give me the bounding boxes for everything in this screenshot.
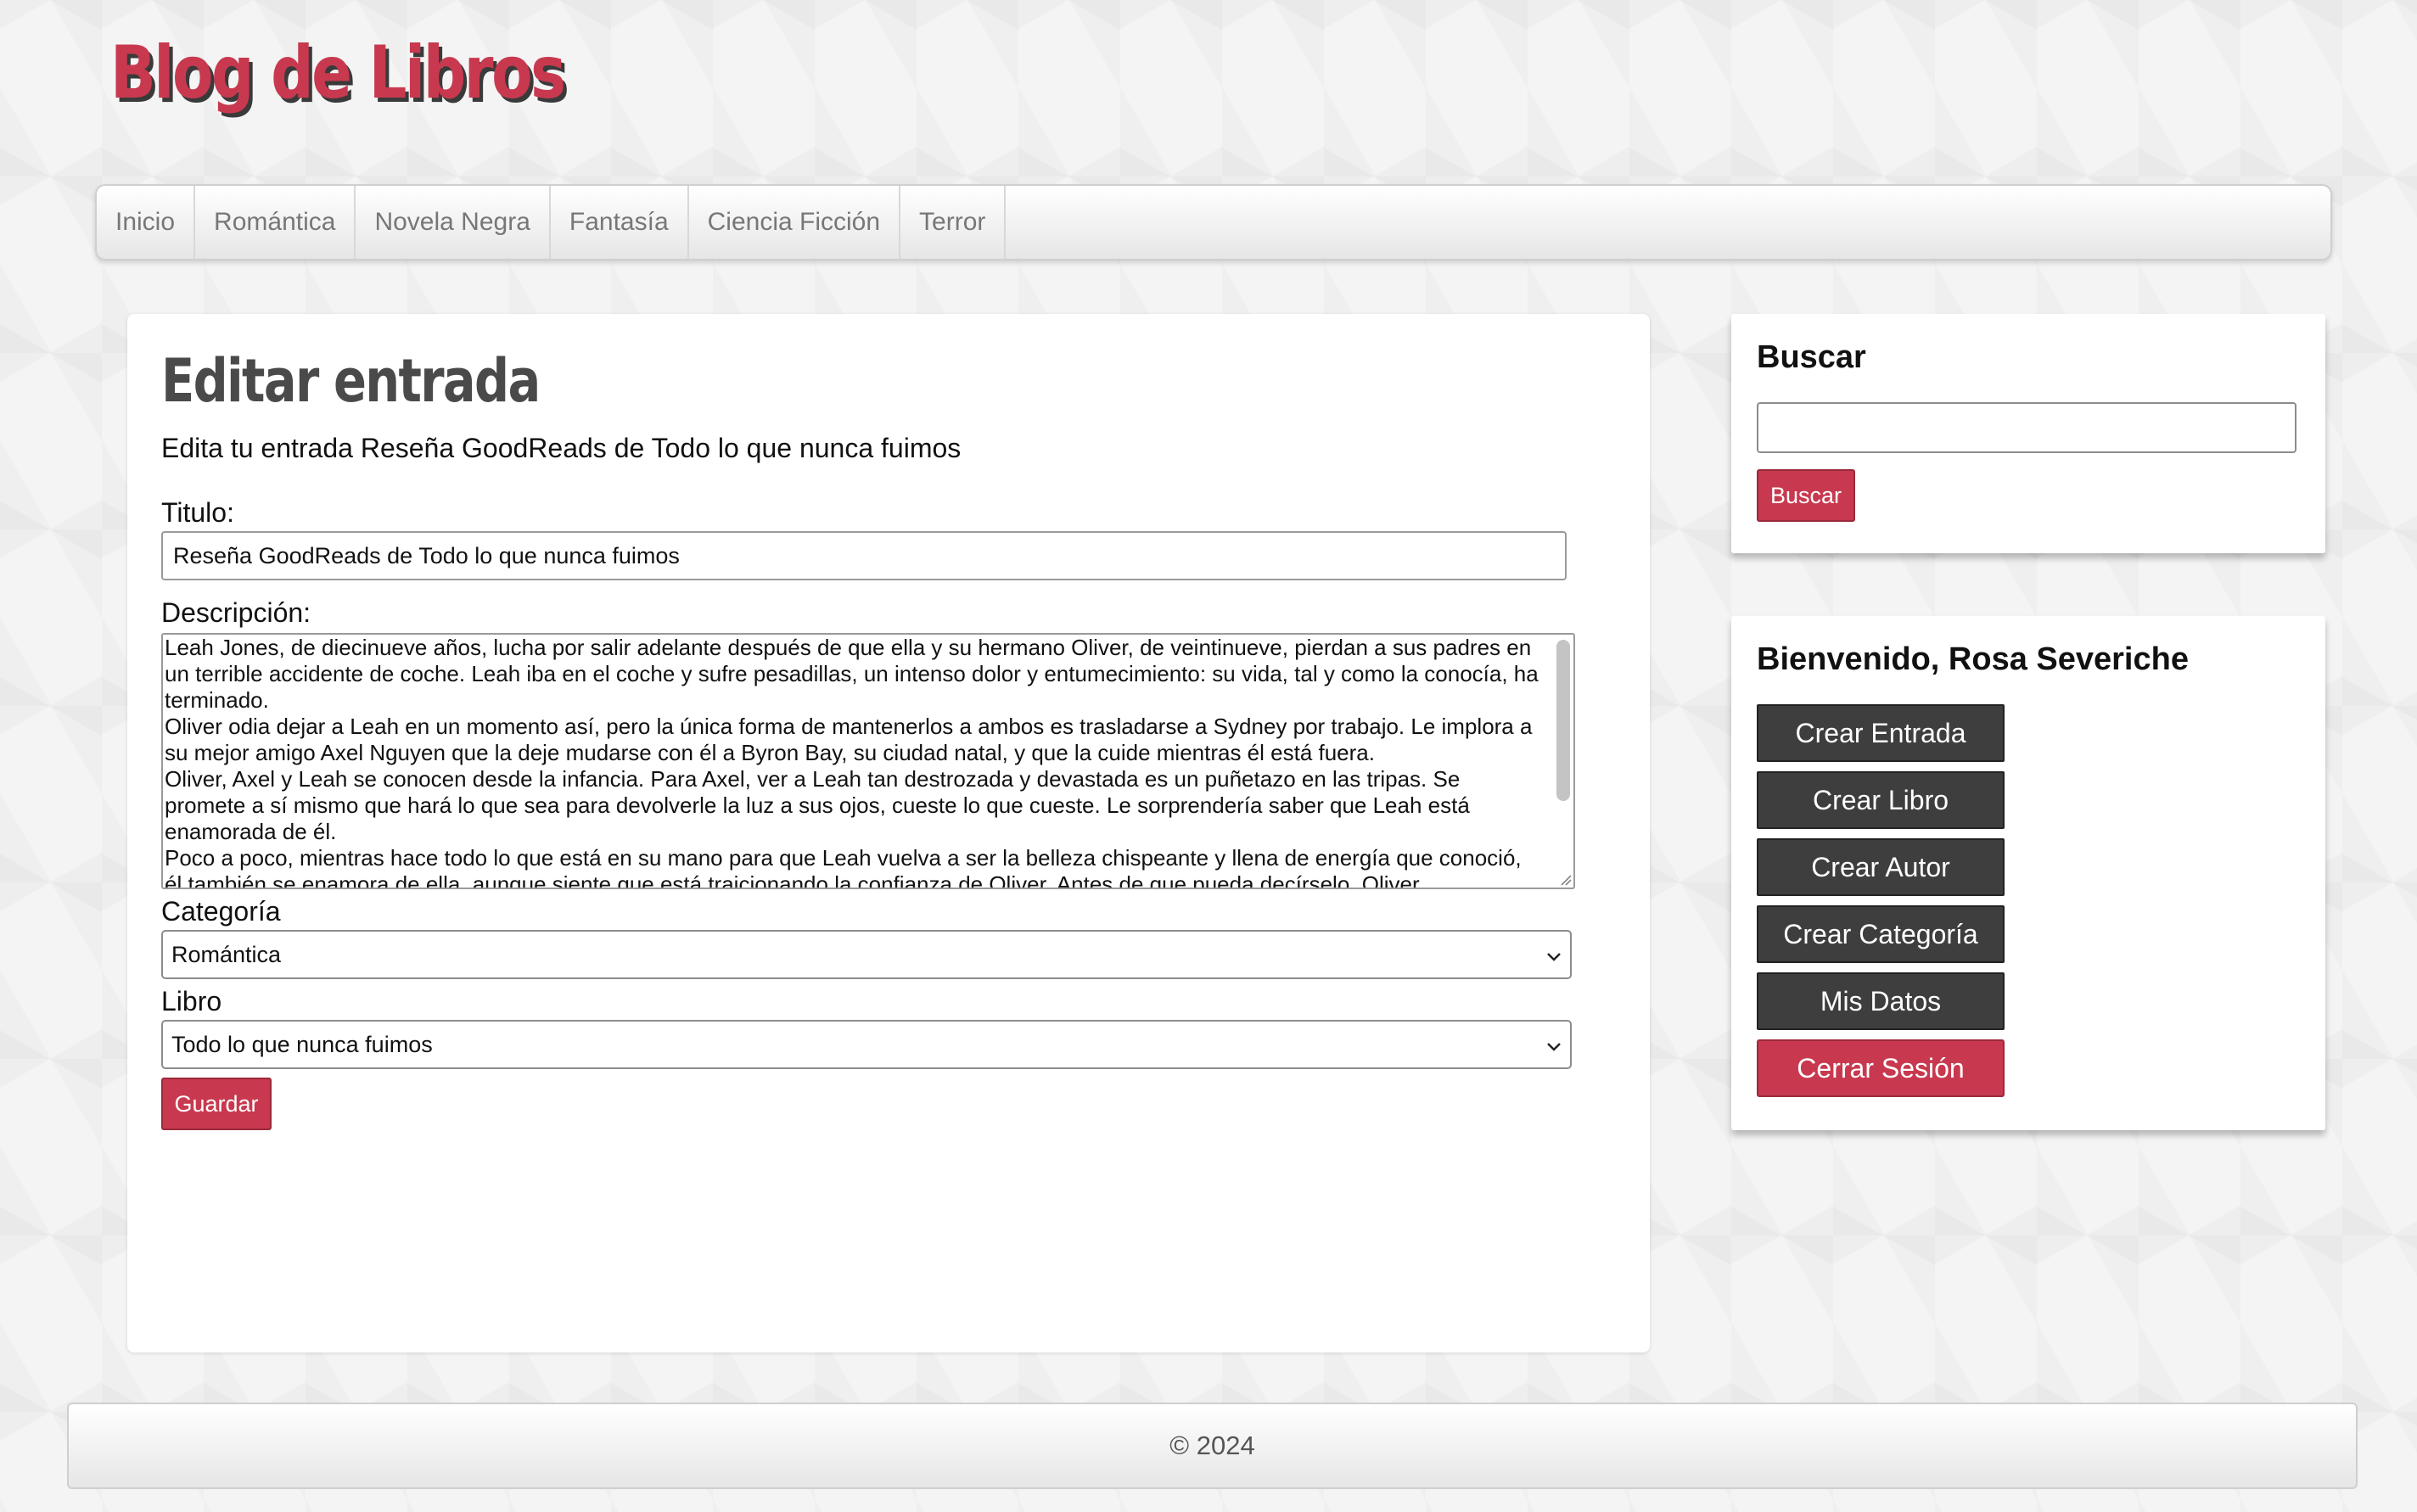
save-button[interactable]: Guardar [161,1078,272,1130]
search-panel: Buscar Buscar [1731,314,2325,553]
site-title[interactable]: Blog de Libros [110,31,566,115]
nav-item-terror[interactable]: Terror [900,186,1007,259]
nav-item-fantasia[interactable]: Fantasía [551,186,689,259]
create-book-button[interactable]: Crear Libro [1757,771,2005,829]
chevron-down-icon [1547,953,1561,961]
description-paragraph: Oliver, Axel y Leah se conocen desde la … [165,766,1470,844]
book-select[interactable]: Todo lo que nunca fuimos [161,1020,1572,1069]
book-selected-value: Todo lo que nunca fuimos [171,1032,433,1057]
book-label: Libro [161,986,222,1016]
category-selected-value: Romántica [171,942,282,967]
title-input[interactable] [161,531,1567,580]
footer: © 2024 [67,1403,2358,1489]
nav-item-inicio[interactable]: Inicio [97,186,196,259]
create-category-button[interactable]: Crear Categoría [1757,905,2005,963]
textarea-scrollbar[interactable] [1556,640,1570,801]
category-label: Categoría [161,896,281,927]
search-panel-title: Buscar [1757,339,1866,375]
welcome-title: Bienvenido, Rosa Severiche [1757,641,2189,677]
description-paragraph: Oliver odia dejar a Leah en un momento a… [165,714,1533,765]
edit-entry-card: Editar entrada Edita tu entrada Reseña G… [127,314,1650,1352]
page-title: Editar entrada [161,346,541,416]
nav-item-ciencia-ficcion[interactable]: Ciencia Ficción [689,186,901,259]
main-navbar: Inicio Romántica Novela Negra Fantasía C… [95,184,2332,260]
create-author-button[interactable]: Crear Autor [1757,838,2005,896]
create-entry-button[interactable]: Crear Entrada [1757,704,2005,762]
description-textarea[interactable]: Leah Jones, de diecinueve años, lucha po… [161,633,1575,889]
resize-grip-icon[interactable] [1558,872,1572,886]
search-input[interactable] [1757,402,2296,453]
page-subtitle: Edita tu entrada Reseña GoodReads de Tod… [161,433,962,463]
user-panel: Bienvenido, Rosa Severiche Crear Entrada… [1731,616,2325,1130]
description-paragraph: Leah Jones, de diecinueve años, lucha po… [165,635,1539,713]
chevron-down-icon [1547,1043,1561,1051]
copyright-text: © 2024 [1169,1431,1255,1460]
search-button[interactable]: Buscar [1757,469,1855,522]
description-paragraph: Poco a poco, mientras hace todo lo que e… [165,845,1522,889]
category-select[interactable]: Romántica [161,930,1572,979]
nav-item-novela-negra[interactable]: Novela Negra [356,186,551,259]
nav-item-romantica[interactable]: Romántica [195,186,356,259]
title-label: Titulo: [161,497,234,528]
description-label: Descripción: [161,597,311,628]
my-data-button[interactable]: Mis Datos [1757,972,2005,1030]
logout-button[interactable]: Cerrar Sesión [1757,1039,2005,1097]
